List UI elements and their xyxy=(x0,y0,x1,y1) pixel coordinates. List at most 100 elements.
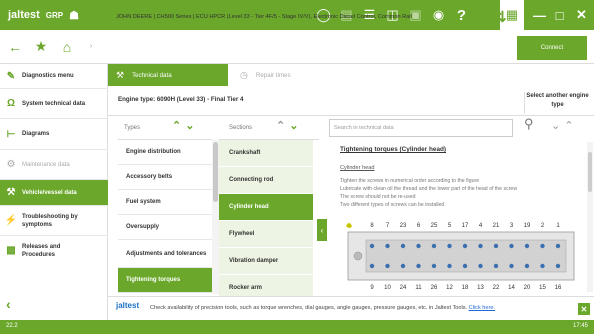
screw-number-top: 4 xyxy=(479,223,483,229)
screw-number-bottom: 18 xyxy=(462,285,469,291)
sections-header-label: Sections xyxy=(229,124,253,131)
screw-number-top: 3 xyxy=(510,223,514,229)
list-item-type[interactable]: Fuel system xyxy=(118,190,212,215)
close-icon[interactable]: ✕ xyxy=(570,0,593,30)
screw-number-bottom: 26 xyxy=(431,285,438,291)
maximize-icon[interactable]: □ xyxy=(548,0,571,30)
sidebar-item-releases[interactable]: ▩ Releases and Procedures xyxy=(0,236,108,266)
sidebar-item-vehicle-data[interactable]: ⚒ Vehicle/vessel data xyxy=(0,180,108,206)
tools-footer: jaltest Check availability of precision … xyxy=(108,296,594,320)
screw-marker xyxy=(400,263,406,269)
list-item-type[interactable]: Oversupply xyxy=(118,215,212,240)
screw-number-top: 7 xyxy=(386,223,390,229)
list-item-type[interactable]: Adjustments and tolerances xyxy=(118,240,212,268)
sidebar-item-maintenance[interactable]: ⚙ Maintenance data xyxy=(0,150,108,180)
screw-marker xyxy=(540,243,545,249)
favorites-star-icon[interactable]: ★ xyxy=(34,38,48,55)
list-item-type[interactable]: Accessory belts xyxy=(118,165,212,190)
search-input[interactable]: Search in technical data xyxy=(329,119,513,137)
chevron-down-icon[interactable]: ⌄ xyxy=(185,120,198,132)
screw-number-bottom: 16 xyxy=(555,285,562,291)
close-footer-icon[interactable]: ✕ xyxy=(578,303,590,315)
screw-marker xyxy=(509,243,514,249)
list-item-section[interactable]: Vibration damper xyxy=(219,248,313,275)
collapse-sidebar-icon[interactable]: ‹ xyxy=(6,296,11,312)
scroll-thumb[interactable] xyxy=(588,152,592,192)
types-header-label: Types xyxy=(124,124,141,131)
back-arrow-icon[interactable]: ← xyxy=(8,39,22,55)
list-item-section[interactable]: Connecting rod xyxy=(219,167,313,194)
screw-number-top: 2 xyxy=(541,223,545,229)
chevron-down-icon[interactable]: ⌄ xyxy=(551,120,564,132)
troubleshooting-icon: ⚡ xyxy=(4,214,18,226)
status-clock: 17:45 xyxy=(572,323,588,329)
connect-button[interactable]: Connect xyxy=(517,36,587,60)
engine-type-label: Engine type: 6090H (Level 33) - Final Ti… xyxy=(118,96,244,103)
screw-marker xyxy=(369,243,375,249)
list-item-section[interactable]: Flywheel xyxy=(219,221,313,248)
cylinder-head-diagram: 8 7 23 6 25 5 17 4 21 3 19 2 1 9 10 24 11 26 12 18 13 22 14 20… xyxy=(346,223,575,291)
sidebar-item-troubleshooting[interactable]: ⚡ Troubleshooting by symptoms xyxy=(0,206,108,236)
document-line: Lubricate with clean oil the thread and … xyxy=(340,186,518,192)
screw-number-bottom: 15 xyxy=(539,285,546,291)
navigation-bar: ← ★ ⌂ › xyxy=(0,30,594,64)
types-scrollbar[interactable] xyxy=(212,140,219,294)
tab-label: Technical data xyxy=(132,71,172,79)
document-line: The screw should not be re-used xyxy=(340,194,416,200)
search-placeholder: Search in technical data xyxy=(334,125,394,131)
select-engine-button[interactable]: Select another engine type xyxy=(524,92,590,114)
document-subtitle: Cylinder head xyxy=(340,165,375,171)
screw-number-top: 8 xyxy=(370,223,374,229)
document-scrollbar[interactable] xyxy=(587,142,593,292)
collapse-panel-icon[interactable]: ‹ xyxy=(317,219,327,241)
chevron-up-icon[interactable]: ⌃ xyxy=(276,120,289,132)
list-item-section[interactable]: Crankshaft xyxy=(219,140,313,167)
screw-marker xyxy=(509,263,514,269)
tab-technical-data[interactable]: ⚒ Technical data xyxy=(108,64,228,86)
app-logo: jaltest GRP ☗ xyxy=(8,9,79,22)
screw-marker xyxy=(555,263,561,269)
screw-number-top: 19 xyxy=(524,223,531,229)
screw-marker xyxy=(462,263,468,269)
screw-marker xyxy=(385,243,390,249)
screw-marker xyxy=(478,243,483,249)
search-nav-arrows[interactable]: ⌄⌃ xyxy=(551,119,577,132)
screw-number-top: 17 xyxy=(462,223,469,229)
chevron-up-icon[interactable]: ⌃ xyxy=(564,120,577,132)
screw-marker xyxy=(524,243,530,249)
tab-repair-times[interactable]: ◷ Repair times xyxy=(228,64,348,86)
document-title: Tightening torques (Cylinder head) xyxy=(340,146,447,153)
switch-system-icon[interactable]: ⇅ xyxy=(494,8,507,26)
sidebar-item-label: Troubleshooting by symptoms xyxy=(22,213,78,228)
content-tabs: ⚒ Technical data ◷ Repair times xyxy=(108,64,594,86)
list-item-section-active[interactable]: Cylinder head xyxy=(219,194,313,221)
types-nav-arrows[interactable]: ⌃⌄ xyxy=(172,119,198,132)
screw-number-bottom: 24 xyxy=(400,285,407,291)
search-icon[interactable]: ⚲ xyxy=(524,116,534,132)
sidebar-item-label: Diagrams xyxy=(22,131,50,137)
screw-number-bottom: 14 xyxy=(508,285,515,291)
chevron-up-icon[interactable]: ⌃ xyxy=(172,120,185,132)
status-bar: 22.2 17:45 xyxy=(0,320,594,334)
screw-marker xyxy=(385,263,390,269)
breadcrumb[interactable]: JOHN DEERE | CH500 Series | ECU HPCR (Le… xyxy=(116,0,494,34)
screw-marker xyxy=(431,243,437,249)
list-item-type[interactable]: Engine distribution xyxy=(118,140,212,165)
home-icon[interactable]: ⌂ xyxy=(60,39,74,55)
scroll-thumb[interactable] xyxy=(213,142,218,202)
screw-marker xyxy=(447,243,452,249)
sidebar-item-diagrams[interactable]: ⊢ Diagrams xyxy=(0,119,108,150)
network-icon[interactable]: ☗ xyxy=(69,9,79,22)
screw-number-top: 6 xyxy=(417,223,421,229)
sidebar-item-diagnostics[interactable]: ✎ Diagnostics menu xyxy=(0,64,108,89)
screw-number-top: 25 xyxy=(431,223,438,229)
sidebar-item-label: Diagnostics menu xyxy=(22,73,74,79)
list-item-type-active[interactable]: Tightening torques xyxy=(118,268,212,293)
footer-link[interactable]: Click here. xyxy=(469,305,495,311)
sidebar-item-system-technical-data[interactable]: Ω System technical data xyxy=(0,89,108,119)
screw-marker xyxy=(416,243,421,249)
chevron-right-icon: › xyxy=(89,43,93,50)
sections-nav-arrows[interactable]: ⌃⌄ xyxy=(276,119,302,132)
chevron-down-icon[interactable]: ⌄ xyxy=(289,120,302,132)
document-line: Tighten the screws in numerical order ac… xyxy=(340,178,480,184)
